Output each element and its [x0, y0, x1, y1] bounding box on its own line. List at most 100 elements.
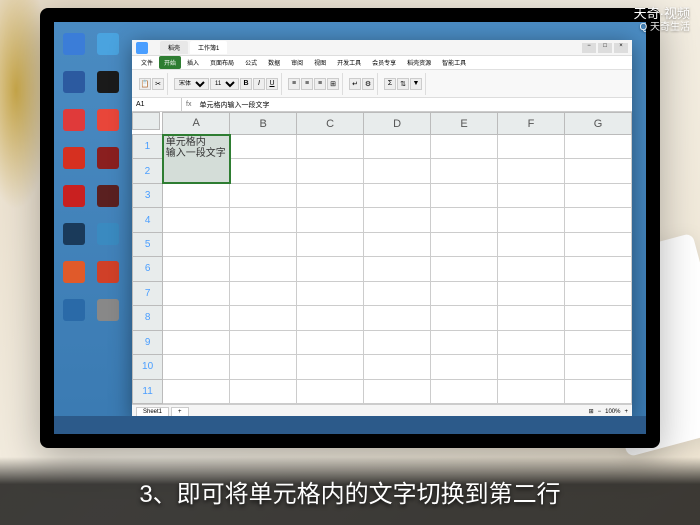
cell[interactable] — [230, 306, 297, 330]
cell[interactable] — [364, 379, 431, 403]
filter-button[interactable]: ▼ — [410, 78, 422, 90]
cell[interactable] — [498, 208, 565, 232]
cell[interactable] — [498, 355, 565, 379]
menu-item[interactable]: 稻壳资源 — [402, 56, 436, 69]
desktop-icon[interactable] — [58, 292, 90, 328]
menu-item[interactable]: 视图 — [309, 56, 331, 69]
sum-button[interactable]: Σ — [384, 78, 396, 90]
cell[interactable] — [163, 208, 230, 232]
windows-taskbar[interactable] — [54, 416, 646, 434]
desktop-icon[interactable] — [58, 178, 90, 214]
cut-button[interactable]: ✂ — [152, 78, 164, 90]
cell[interactable] — [163, 257, 230, 281]
menu-item[interactable]: 开发工具 — [332, 56, 366, 69]
select-all-corner[interactable] — [132, 112, 160, 130]
cell[interactable] — [498, 135, 565, 159]
cell[interactable] — [364, 281, 431, 305]
desktop-icon[interactable] — [92, 216, 124, 252]
cell[interactable] — [297, 281, 364, 305]
cell[interactable] — [364, 208, 431, 232]
cell-reference-box[interactable]: A1 — [132, 98, 182, 111]
column-header[interactable]: C — [297, 113, 364, 135]
wrap-text-button[interactable]: ↵ — [349, 78, 361, 90]
cell[interactable] — [564, 159, 631, 183]
column-header[interactable]: G — [564, 113, 631, 135]
cell[interactable] — [297, 232, 364, 256]
cell[interactable] — [431, 208, 498, 232]
tab-home[interactable]: 稻壳 — [160, 41, 188, 54]
sheet-tab[interactable]: Sheet1 — [136, 407, 169, 417]
align-left-button[interactable]: ≡ — [288, 78, 300, 90]
view-mode-icon[interactable]: ⊞ — [589, 408, 594, 415]
cell[interactable] — [163, 355, 230, 379]
menu-item[interactable]: 审阅 — [286, 56, 308, 69]
column-header[interactable]: A — [163, 113, 230, 135]
cell[interactable] — [163, 330, 230, 354]
desktop-icon[interactable] — [92, 64, 124, 100]
font-select[interactable]: 宋体 — [174, 78, 209, 90]
sort-button[interactable]: ⇅ — [397, 78, 409, 90]
desktop-icon[interactable] — [92, 178, 124, 214]
desktop-icon[interactable] — [92, 102, 124, 138]
cell[interactable] — [431, 232, 498, 256]
cell[interactable] — [498, 379, 565, 403]
column-header[interactable]: F — [498, 113, 565, 135]
cell[interactable] — [163, 306, 230, 330]
desktop-icon[interactable] — [92, 26, 124, 62]
desktop-icon[interactable] — [92, 292, 124, 328]
row-header[interactable]: 11 — [133, 379, 163, 403]
cell[interactable] — [564, 183, 631, 207]
align-center-button[interactable]: ≡ — [301, 78, 313, 90]
paste-button[interactable]: 📋 — [139, 78, 151, 90]
cell[interactable] — [564, 257, 631, 281]
cell[interactable] — [431, 379, 498, 403]
cell[interactable] — [297, 135, 364, 159]
menu-item[interactable]: 插入 — [182, 56, 204, 69]
cell[interactable] — [431, 183, 498, 207]
menu-item[interactable]: 文件 — [136, 56, 158, 69]
desktop-icon[interactable] — [58, 102, 90, 138]
desktop-icon[interactable] — [58, 140, 90, 176]
column-header[interactable]: E — [431, 113, 498, 135]
cell[interactable] — [564, 208, 631, 232]
merge-button[interactable]: ⊞ — [327, 78, 339, 90]
cell[interactable] — [498, 281, 565, 305]
desktop-icon[interactable] — [58, 254, 90, 290]
cell[interactable] — [297, 183, 364, 207]
row-header[interactable]: 8 — [133, 306, 163, 330]
row-header[interactable]: 6 — [133, 257, 163, 281]
cell[interactable] — [364, 159, 431, 183]
row-header[interactable]: 9 — [133, 330, 163, 354]
cell[interactable] — [297, 355, 364, 379]
cell[interactable] — [431, 306, 498, 330]
zoom-in-button[interactable]: + — [624, 409, 628, 415]
bold-button[interactable]: B — [240, 78, 252, 90]
cell[interactable] — [498, 306, 565, 330]
cell[interactable] — [498, 232, 565, 256]
cell[interactable] — [230, 355, 297, 379]
cell[interactable] — [564, 306, 631, 330]
cell[interactable] — [230, 379, 297, 403]
cell[interactable] — [297, 330, 364, 354]
cell[interactable] — [230, 159, 297, 183]
column-header[interactable]: B — [230, 113, 297, 135]
cell[interactable] — [163, 281, 230, 305]
row-header[interactable]: 4 — [133, 208, 163, 232]
desktop-icon[interactable] — [92, 140, 124, 176]
row-header[interactable]: 5 — [133, 232, 163, 256]
align-right-button[interactable]: ≡ — [314, 78, 326, 90]
cell[interactable] — [230, 183, 297, 207]
close-button[interactable]: × — [614, 43, 628, 53]
cell[interactable] — [564, 281, 631, 305]
cell[interactable] — [364, 306, 431, 330]
tab-workbook[interactable]: 工作簿1 — [190, 41, 227, 54]
cell[interactable] — [431, 330, 498, 354]
cell[interactable] — [297, 257, 364, 281]
cell[interactable] — [364, 355, 431, 379]
cell[interactable] — [498, 183, 565, 207]
row-header[interactable]: 10 — [133, 355, 163, 379]
cell[interactable] — [498, 330, 565, 354]
cell[interactable] — [564, 379, 631, 403]
cell[interactable] — [564, 232, 631, 256]
maximize-button[interactable]: □ — [598, 43, 612, 53]
